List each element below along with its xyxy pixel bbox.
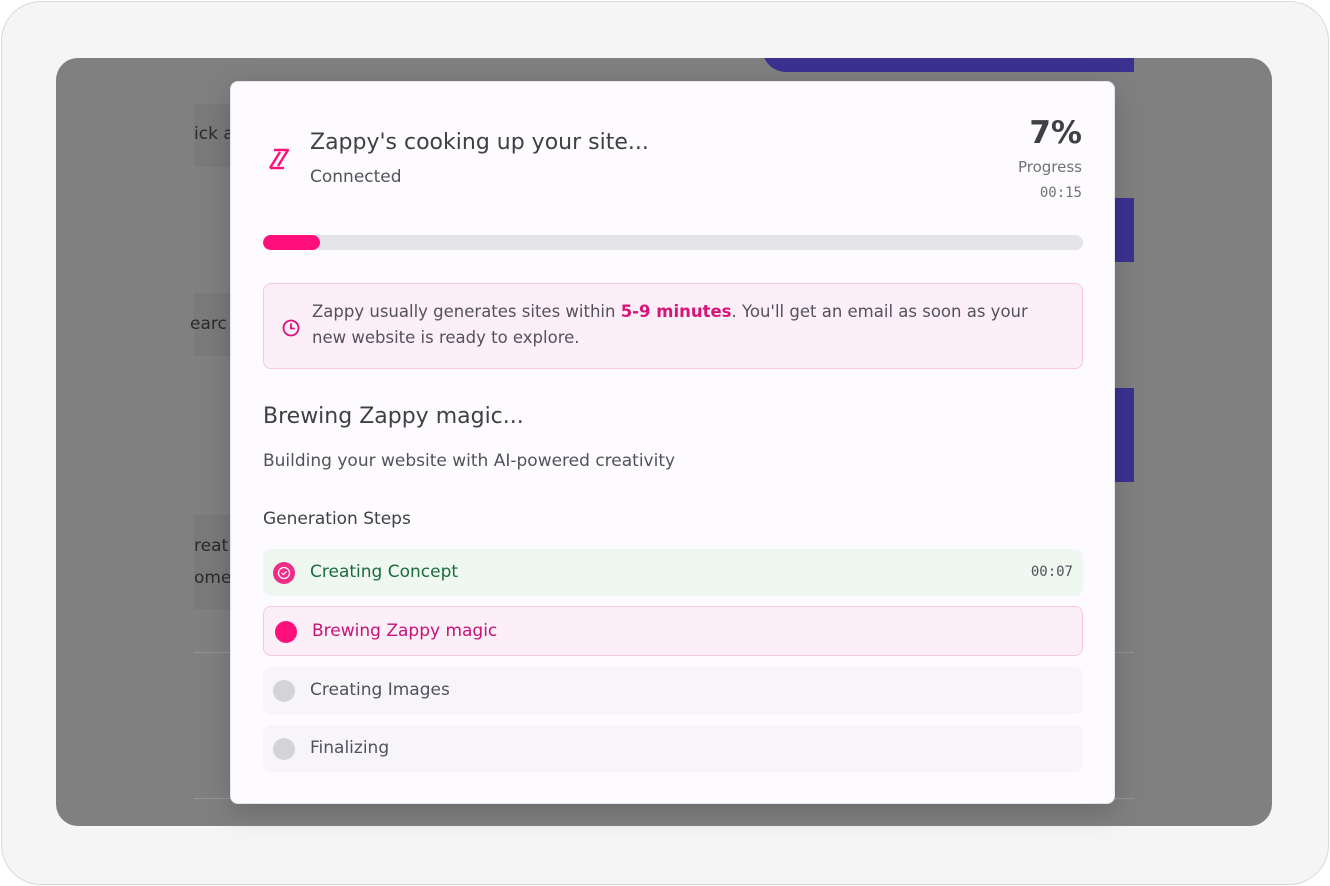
progress-percentage: 7%	[1029, 115, 1082, 151]
step-label: Creating Concept	[310, 562, 459, 582]
pending-dot-icon	[273, 680, 295, 702]
background-text: reat	[194, 536, 229, 556]
zappy-bolt-logo-icon	[268, 148, 290, 170]
step-label: Brewing Zappy magic	[312, 621, 498, 641]
background-accent-block	[1114, 198, 1134, 262]
generation-progress-modal: Zappy's cooking up your site... Connecte…	[230, 81, 1115, 804]
step-brewing-zappy-magic: Brewing Zappy magic	[263, 606, 1083, 656]
background-card	[194, 515, 234, 609]
background-text: earc	[190, 314, 227, 334]
modal-title: Zappy's cooking up your site...	[310, 130, 649, 155]
current-stage-title: Brewing Zappy magic...	[263, 404, 524, 429]
estimate-text-before: Zappy usually generates sites within	[312, 302, 621, 321]
step-label: Finalizing	[310, 738, 390, 758]
background-accent-block	[1114, 388, 1134, 482]
active-dot-icon	[275, 621, 297, 643]
estimate-duration: 5-9 minutes	[620, 302, 732, 321]
connection-status: Connected	[310, 167, 402, 187]
step-duration: 00:07	[1030, 564, 1073, 580]
progress-bar	[263, 235, 1083, 250]
step-creating-images: Creating Images	[263, 667, 1083, 714]
pending-dot-icon	[273, 738, 295, 760]
check-circle-icon	[273, 562, 295, 584]
background-header-accent	[762, 58, 1134, 72]
elapsed-timer: 00:15	[1039, 185, 1082, 201]
background-text: ome	[194, 568, 232, 588]
estimate-text: Zappy usually generates sites within 5-9…	[312, 299, 1067, 351]
progress-bar-fill	[263, 235, 321, 250]
clock-icon	[282, 319, 300, 337]
step-finalizing: Finalizing	[263, 725, 1083, 772]
progress-label: Progress	[1017, 158, 1082, 176]
background-text: ick a	[194, 124, 234, 144]
current-stage-description: Building your website with AI-powered cr…	[263, 451, 676, 471]
step-label: Creating Images	[310, 680, 450, 700]
step-creating-concept: Creating Concept 00:07	[263, 549, 1083, 596]
generation-steps-heading: Generation Steps	[263, 509, 411, 529]
estimate-notice: Zappy usually generates sites within 5-9…	[263, 283, 1083, 369]
